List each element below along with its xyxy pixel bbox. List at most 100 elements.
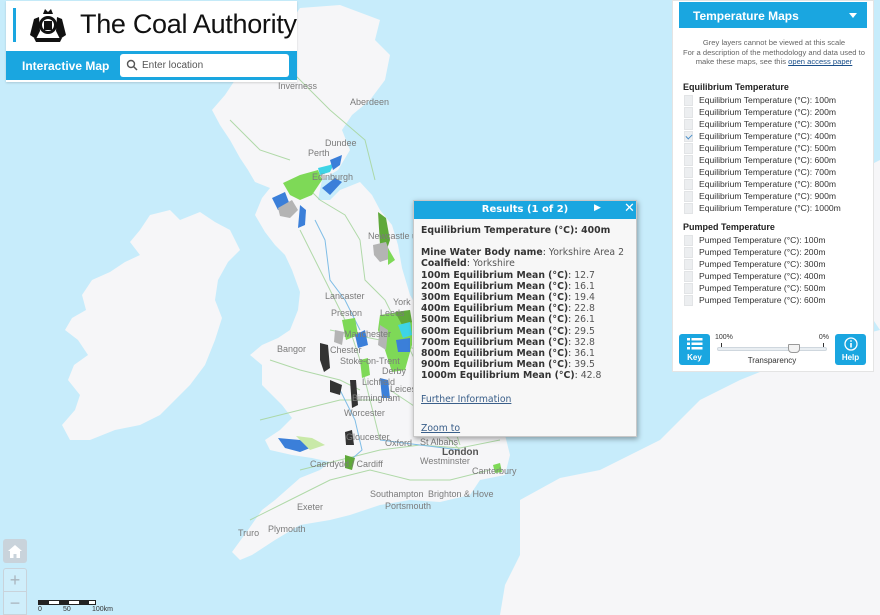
scale-label: 50: [63, 606, 71, 613]
place-label: Canterbury: [472, 466, 517, 476]
layer-checkbox[interactable]: [684, 130, 693, 142]
layer-item[interactable]: Pumped Temperature (°C): 400m: [683, 270, 873, 282]
place-label: Perth: [308, 148, 330, 158]
brand: The Coal Authority: [6, 1, 297, 47]
field-label: 800m Equilibrium Mean (°C): [421, 348, 569, 360]
layer-checkbox[interactable]: [684, 106, 693, 118]
place-label: Truro: [238, 528, 259, 538]
layer-item[interactable]: Pumped Temperature (°C): 600m: [683, 294, 873, 306]
next-result-icon[interactable]: ▶: [594, 203, 601, 213]
help-button[interactable]: Help: [835, 334, 866, 365]
popup-field-row: 400m Equilibrium Mean (°C): 22.8: [421, 303, 629, 314]
slider-track[interactable]: [717, 347, 827, 351]
place-label: Stoke-on-Trent: [340, 356, 400, 366]
map-selector-dropdown[interactable]: Temperature Maps: [679, 2, 867, 28]
layer-item[interactable]: Equilibrium Temperature (°C): 800m: [683, 178, 873, 190]
layer-label: Equilibrium Temperature (°C): 800m: [699, 179, 837, 189]
field-value: 22.8: [574, 303, 595, 315]
popup-field-row: 900m Equilibrium Mean (°C): 39.5: [421, 359, 629, 370]
field-label: 700m Equilibrium Mean (°C): [421, 336, 569, 348]
location-search[interactable]: [120, 54, 289, 77]
layer-checkbox[interactable]: [684, 118, 693, 130]
place-label: Preston: [331, 308, 362, 318]
layer-checkbox[interactable]: [684, 282, 693, 294]
layer-item[interactable]: Equilibrium Temperature (°C): 500m: [683, 142, 873, 154]
layer-checkbox[interactable]: [684, 154, 693, 166]
results-popup: Results (1 of 2) ▶ ✕ Equilibrium Tempera…: [413, 200, 637, 437]
field-value: 29.5: [574, 325, 595, 337]
layer-label: Equilibrium Temperature (°C): 300m: [699, 119, 837, 129]
home-button[interactable]: [3, 539, 27, 563]
zoom-in-button[interactable]: +: [4, 569, 26, 592]
header-toolbar: Interactive Map: [6, 51, 297, 80]
help-label: Help: [841, 353, 860, 362]
layer-label: Pumped Temperature (°C): 300m: [699, 259, 826, 269]
scale-label: 100km: [92, 606, 114, 613]
layer-checkbox[interactable]: [684, 234, 693, 246]
popup-field-row: 700m Equilibrium Mean (°C): 32.8: [421, 337, 629, 348]
location-search-input[interactable]: [142, 56, 284, 75]
place-label: Brighton & Hove: [428, 489, 494, 499]
layer-item[interactable]: Equilibrium Temperature (°C): 600m: [683, 154, 873, 166]
layer-item[interactable]: Equilibrium Temperature (°C): 200m: [683, 106, 873, 118]
layer-checkbox[interactable]: [684, 246, 693, 258]
layer-label: Equilibrium Temperature (°C): 100m: [699, 95, 837, 105]
layer-checkbox[interactable]: [684, 258, 693, 270]
slider-thumb[interactable]: [788, 344, 800, 353]
field-label: 1000m Equilibrium Mean (°C): [421, 370, 575, 382]
layer-checkbox[interactable]: [684, 94, 693, 106]
popup-field-row: Coalfield: Yorkshire: [421, 258, 629, 269]
place-label: Bangor: [277, 344, 306, 354]
layer-label: Equilibrium Temperature (°C): 900m: [699, 191, 837, 201]
layer-item[interactable]: Equilibrium Temperature (°C): 300m: [683, 118, 873, 130]
layer-item[interactable]: Equilibrium Temperature (°C): 100m: [683, 94, 873, 106]
group-title: Pumped Temperature: [683, 222, 775, 232]
layer-checkbox[interactable]: [684, 270, 693, 282]
field-label: 400m Equilibrium Mean (°C): [421, 303, 569, 315]
layer-item[interactable]: Equilibrium Temperature (°C): 900m: [683, 190, 873, 202]
popup-field-row: 100m Equilibrium Mean (°C): 12.7: [421, 270, 629, 281]
field-label: 600m Equilibrium Mean (°C): [421, 325, 569, 337]
zoom-out-button[interactable]: −: [4, 592, 26, 615]
layer-item[interactable]: Pumped Temperature (°C): 500m: [683, 282, 873, 294]
place-label: Portsmouth: [385, 501, 431, 511]
layer-item[interactable]: Equilibrium Temperature (°C): 1000m: [683, 202, 873, 214]
layer-checkbox[interactable]: [684, 294, 693, 306]
popup-fields: Mine Water Body name: Yorkshire Area 2 Co…: [421, 247, 629, 381]
place-label: Aberdeen: [350, 97, 389, 107]
place-label: Birmingham: [352, 393, 400, 403]
open-access-paper-link[interactable]: open access paper: [788, 57, 852, 66]
popup-layer-title: Equilibrium Temperature (°C): 400m: [421, 225, 611, 236]
layer-checkbox[interactable]: [684, 166, 693, 178]
layer-label: Pumped Temperature (°C): 400m: [699, 271, 826, 281]
layer-label: Pumped Temperature (°C): 500m: [699, 283, 826, 293]
panel-note: Grey layers cannot be viewed at this sca…: [677, 38, 871, 67]
transparency-slider[interactable]: 100% 0% Transparency: [713, 334, 831, 366]
key-button[interactable]: Key: [679, 334, 710, 365]
layer-label: Equilibrium Temperature (°C): 200m: [699, 107, 837, 117]
layer-item[interactable]: Pumped Temperature (°C): 300m: [683, 258, 873, 270]
layer-item[interactable]: Pumped Temperature (°C): 100m: [683, 234, 873, 246]
layer-item[interactable]: Equilibrium Temperature (°C): 700m: [683, 166, 873, 178]
field-value: 12.7: [574, 269, 595, 281]
zoom-to-link[interactable]: Zoom to: [421, 423, 629, 434]
close-icon[interactable]: ✕: [624, 201, 635, 216]
layer-item[interactable]: Equilibrium Temperature (°C): 400m: [683, 130, 873, 142]
app-title: The Coal Authority: [80, 9, 297, 39]
slider-max-label: 0%: [818, 334, 829, 341]
layer-label: Equilibrium Temperature (°C): 600m: [699, 155, 837, 165]
popup-field-row: Mine Water Body name: Yorkshire Area 2: [421, 247, 629, 258]
field-value: 16.1: [574, 280, 595, 292]
place-label: Oxford: [385, 438, 412, 448]
layer-checkbox[interactable]: [684, 142, 693, 154]
layer-checkbox[interactable]: [684, 202, 693, 214]
layer-checkbox[interactable]: [684, 178, 693, 190]
caret-down-icon: [849, 13, 857, 18]
list-icon: [687, 338, 703, 350]
further-information-link[interactable]: Further Information: [421, 394, 629, 405]
layer-label: Pumped Temperature (°C): 600m: [699, 295, 826, 305]
royal-crest-icon: [30, 9, 66, 42]
layer-checkbox[interactable]: [684, 190, 693, 202]
popup-field-row: 800m Equilibrium Mean (°C): 36.1: [421, 348, 629, 359]
layer-item[interactable]: Pumped Temperature (°C): 200m: [683, 246, 873, 258]
